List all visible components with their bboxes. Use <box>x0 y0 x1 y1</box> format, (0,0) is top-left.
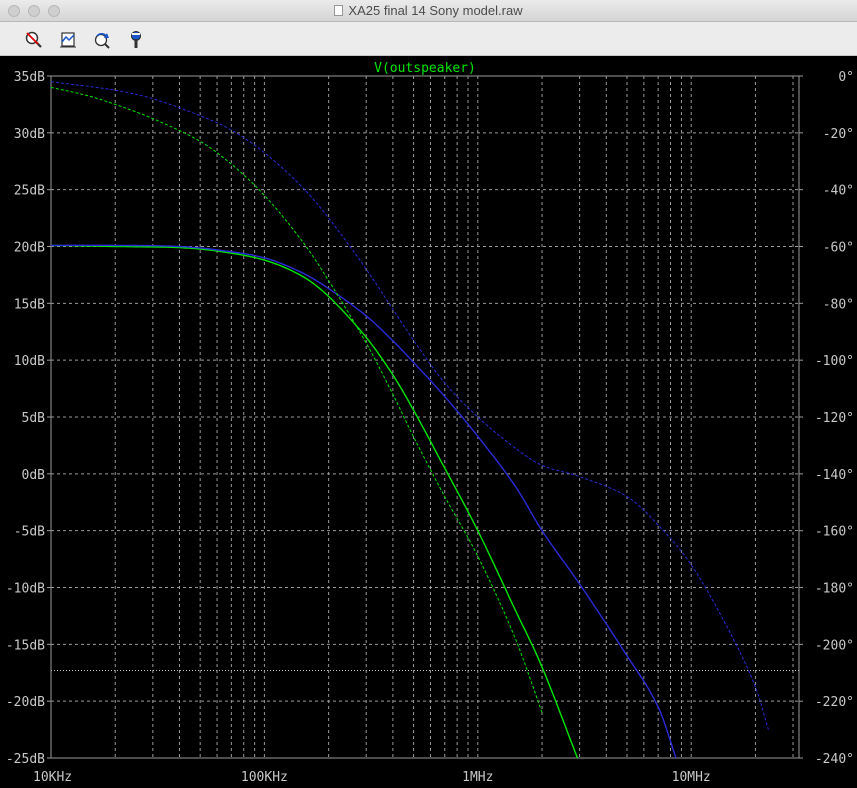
y-left-tick-label: -15dB <box>6 638 45 653</box>
waveform-plot[interactable]: 35dB 30dB 25dB 20dB 15dB 10dB 5dB 0dB -5dB -10dB -… <box>0 56 857 788</box>
y-left-tick-label: -10dB <box>6 582 45 597</box>
y-right-tick-label: -160° <box>815 525 854 540</box>
x-tick-label: 100KHz <box>241 770 288 785</box>
y-left-tick-label: -5dB <box>14 525 45 540</box>
probe-icon[interactable] <box>126 30 146 50</box>
y-left-tick-label: 10dB <box>14 354 45 369</box>
document-icon <box>334 5 344 16</box>
trace-green-magnitude[interactable] <box>51 244 580 763</box>
y-right-tick-label: -120° <box>815 411 854 426</box>
autorange-icon[interactable] <box>58 30 78 50</box>
y-right-tick-label: -140° <box>815 468 854 483</box>
x-tick-label: 10MHz <box>672 770 711 785</box>
bode-plot-svg[interactable]: 35dB 30dB 25dB 20dB 15dB 10dB 5dB 0dB -5dB -10dB -… <box>0 56 857 788</box>
y-right-tick-label: -200° <box>815 638 854 653</box>
app-window: XA25 final 14 Sony model.raw 35dB 30dB 25d… <box>0 0 857 788</box>
window-title: XA25 final 14 Sony model.raw <box>348 3 523 18</box>
y-left-tick-label: 5dB <box>22 411 46 426</box>
y-right-tick-label: -240° <box>815 752 854 767</box>
y-right-tick-label: -220° <box>815 695 854 710</box>
title-bar: XA25 final 14 Sony model.raw <box>0 0 857 22</box>
y-left-tick-label: 25dB <box>14 184 45 199</box>
y-right-tick-label: -20° <box>823 127 854 142</box>
y-left-tick-label: -25dB <box>6 752 45 767</box>
y-left-tick-label: 0dB <box>22 468 46 483</box>
y-left-tick-label: 30dB <box>14 127 45 142</box>
y-right-tick-label: -180° <box>815 582 854 597</box>
y-right-tick-label: 0° <box>838 70 854 85</box>
trace-blue-phase[interactable] <box>51 81 769 730</box>
y-right-tick-label: -80° <box>823 297 854 312</box>
trace-blue-magnitude[interactable] <box>51 244 677 758</box>
y-right-tick-label: -60° <box>823 241 854 256</box>
x-tick-label: 10KHz <box>33 770 72 785</box>
toolbar <box>0 22 857 56</box>
x-tick-label: 1MHz <box>462 770 493 785</box>
y-right-tick-label: -40° <box>823 184 854 199</box>
trace-label[interactable]: V(outspeaker) <box>374 61 476 76</box>
y-left-tick-label: 15dB <box>14 297 45 312</box>
window-title-area: XA25 final 14 Sony model.raw <box>0 3 857 18</box>
y-left-tick-label: -20dB <box>6 695 45 710</box>
y-right-tick-label: -100° <box>815 354 854 369</box>
zoom-cancel-icon[interactable] <box>24 30 44 50</box>
undo-zoom-icon[interactable] <box>92 30 112 50</box>
y-left-tick-label: 20dB <box>14 241 45 256</box>
y-left-tick-label: 35dB <box>14 70 45 85</box>
